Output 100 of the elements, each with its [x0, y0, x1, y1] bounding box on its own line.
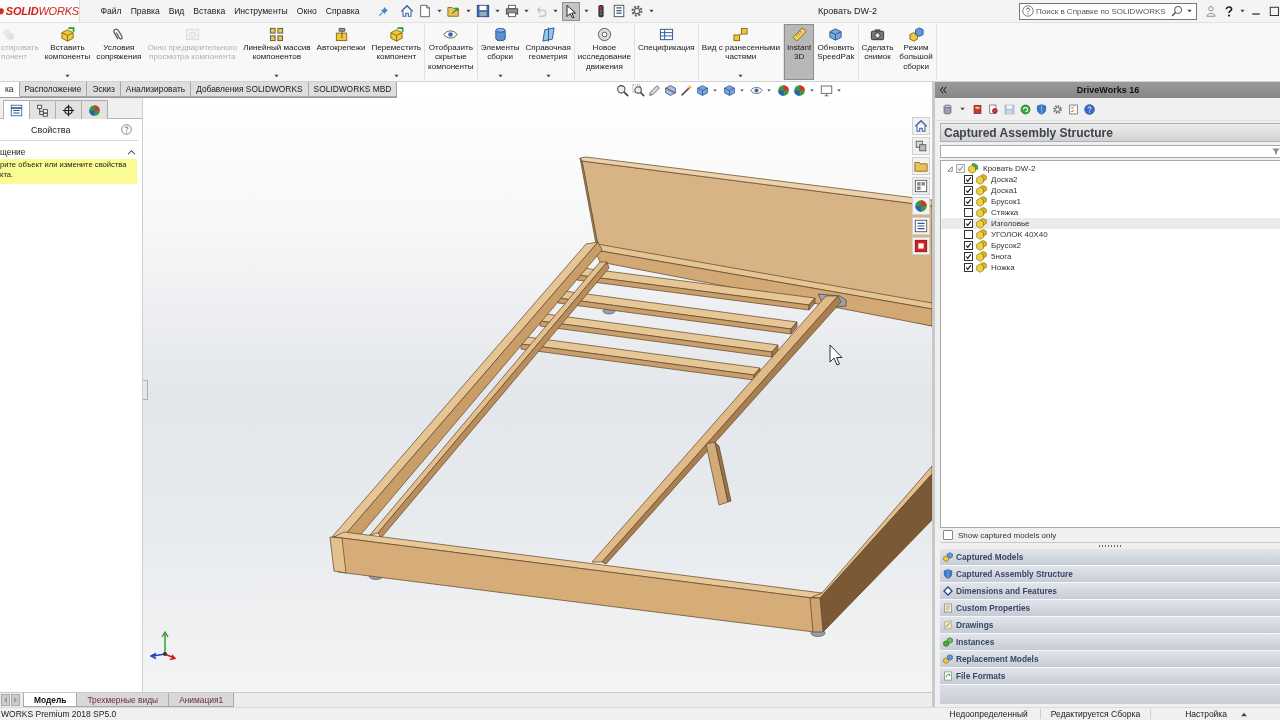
accordion-header[interactable]: Replacement Models [940, 651, 1280, 668]
toolbar-button[interactable]: Линейный массив компонентов [240, 24, 314, 80]
sphere-icon[interactable] [777, 83, 790, 97]
collapse-icon[interactable] [938, 85, 948, 95]
shield-icon[interactable] [1036, 103, 1047, 115]
tab[interactable]: Эскиз [87, 82, 121, 97]
list-icon[interactable] [912, 217, 930, 235]
refresh-icon[interactable] [1020, 103, 1031, 115]
caret-icon[interactable] [810, 88, 814, 92]
menu-item[interactable]: Файл [96, 4, 127, 18]
caret-icon[interactable] [740, 88, 744, 92]
toolbar-button[interactable]: Элементы сборки [477, 24, 523, 80]
tab[interactable]: ка [0, 82, 20, 97]
caret-icon[interactable] [738, 74, 744, 78]
caret-icon[interactable] [552, 9, 558, 13]
menu-item[interactable]: Правка [126, 4, 165, 18]
panel-tab[interactable] [55, 100, 82, 119]
sheet-tab[interactable]: Трехмерные виды [76, 693, 170, 707]
accordion-header[interactable]: Dimensions and Features [940, 583, 1280, 600]
search-icon[interactable] [1171, 5, 1183, 17]
solidworks-menu-button[interactable]: SOLIDWORKS [0, 0, 80, 22]
menu-item[interactable]: Инструменты [229, 4, 293, 18]
cube-icon[interactable] [696, 83, 709, 97]
collapse-caret-icon[interactable] [127, 148, 136, 156]
caret-icon[interactable] [648, 9, 654, 13]
maximize-icon[interactable] [1268, 5, 1280, 17]
toolbar-button[interactable]: Новое исследование движения [574, 24, 634, 80]
toolbar-button[interactable]: Переместить компонент [368, 24, 425, 80]
database-icon[interactable] [942, 103, 953, 115]
toolbar-button[interactable]: Вид с разнесенными частями [698, 24, 783, 80]
accordion-header[interactable]: Captured Assembly Structure [940, 566, 1280, 583]
toolbar-button[interactable]: Вставить компоненты [41, 24, 94, 80]
settings-icon[interactable] [1052, 103, 1063, 115]
checklist-icon[interactable] [1068, 103, 1079, 115]
grid-icon[interactable] [912, 177, 930, 195]
toolbar-button[interactable]: Автокрепежи [313, 24, 369, 80]
accordion-header[interactable]: File Formats [940, 668, 1280, 685]
pin-icon[interactable] [377, 5, 389, 17]
panel-tab[interactable] [29, 100, 56, 119]
printer-icon[interactable] [503, 3, 520, 19]
menu-item[interactable]: Вид [164, 4, 189, 18]
tab[interactable]: Добавления SOLIDWORKS [191, 82, 309, 97]
caret-icon[interactable] [494, 9, 500, 13]
caret-icon[interactable] [545, 74, 551, 78]
checkbox[interactable] [943, 530, 953, 540]
search-box[interactable]: Поиск в Справке по SOLIDWORKS [1019, 2, 1197, 20]
caret-icon[interactable] [497, 74, 503, 78]
caret-icon[interactable] [1240, 9, 1245, 13]
monitor-icon[interactable] [820, 83, 833, 97]
wand-icon[interactable] [680, 83, 693, 97]
caret-icon[interactable] [713, 88, 717, 92]
sphere-icon[interactable] [793, 83, 806, 97]
cube-icon[interactable] [723, 83, 736, 97]
panel-tab[interactable] [3, 100, 30, 119]
toolbar-button[interactable]: Отобразить скрытые компоненты [425, 24, 477, 80]
checkbox-label[interactable]: Show captured models only [958, 530, 1057, 540]
boxes-icon[interactable] [912, 137, 930, 155]
tab[interactable]: Анализировать [120, 82, 192, 97]
caret-icon[interactable] [837, 88, 841, 92]
toolbar-button[interactable]: Сделать снимок [858, 24, 897, 80]
accordion-header[interactable]: Drawings [940, 617, 1280, 634]
tab[interactable]: SOLIDWORKS MBD [308, 82, 398, 97]
zoom-icon[interactable] [616, 83, 629, 97]
accordion-header[interactable]: Instances [940, 634, 1280, 651]
toolbar-button[interactable]: Условия сопряжения [93, 24, 145, 80]
section-cube-icon[interactable] [664, 83, 677, 97]
toolbar-button[interactable]: Спецификация [634, 24, 698, 80]
sheet-tab[interactable]: Модель [23, 693, 78, 707]
home-icon[interactable] [912, 117, 930, 135]
zoom-area-icon[interactable] [632, 83, 645, 97]
caret-icon[interactable] [767, 88, 771, 92]
menu-item[interactable]: Справка [321, 4, 364, 18]
filter-icon[interactable] [1272, 147, 1280, 156]
caret-icon[interactable] [583, 9, 589, 13]
accordion-header[interactable]: Captured Models [940, 549, 1280, 566]
caret-icon[interactable] [960, 107, 965, 111]
accordion-header[interactable]: Custom Properties [940, 600, 1280, 617]
caret-icon[interactable] [274, 74, 280, 78]
sheet-tab[interactable]: Анимация1 [168, 693, 235, 707]
help-icon[interactable] [1223, 5, 1235, 17]
panel-splitter-handle[interactable] [143, 380, 148, 400]
caret-icon[interactable] [465, 9, 471, 13]
sphere-icon[interactable] [912, 197, 930, 215]
home-icon[interactable] [398, 3, 415, 19]
search-input[interactable]: Поиск в Справке по SOLIDWORKS [1036, 6, 1169, 16]
toolbar-button[interactable]: Режим большой сборки [896, 24, 936, 80]
document-search-icon[interactable] [988, 103, 999, 115]
menu-item[interactable]: Вставка [188, 4, 230, 18]
caret-icon[interactable] [523, 9, 529, 13]
filter-field[interactable] [940, 145, 1280, 158]
graphics-area[interactable] [143, 98, 932, 692]
folder-icon[interactable] [912, 157, 930, 175]
caret-icon[interactable] [393, 74, 399, 78]
menu-item[interactable]: Окно [292, 4, 322, 18]
square-icon[interactable] [912, 237, 930, 255]
toolbar-button[interactable]: Instant 3D [783, 24, 815, 80]
toolbar-button[interactable]: Справочная геометрия [522, 24, 574, 80]
caret-up-icon[interactable] [1241, 711, 1247, 717]
tab[interactable]: Расположение [19, 82, 88, 97]
caret-icon[interactable] [436, 9, 442, 13]
